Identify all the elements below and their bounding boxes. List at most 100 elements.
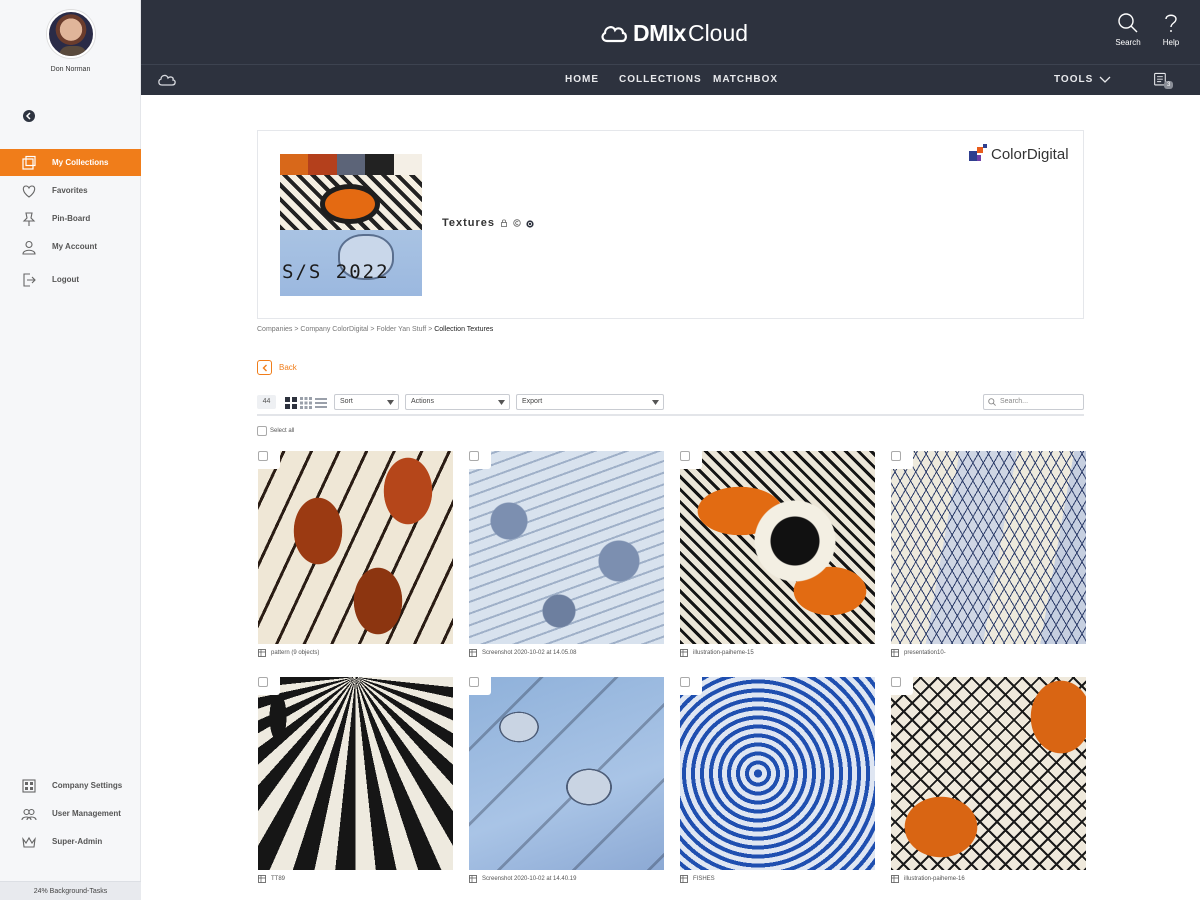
search-input[interactable]: Search... bbox=[983, 394, 1084, 410]
help-button[interactable]: Help bbox=[1151, 12, 1191, 56]
lock-icon[interactable] bbox=[500, 219, 508, 227]
item-checkbox[interactable] bbox=[469, 451, 479, 461]
settings-circle-icon[interactable] bbox=[526, 219, 534, 228]
item-checkbox[interactable] bbox=[891, 451, 901, 461]
asset-caption: pattern (9 objects) bbox=[258, 649, 319, 657]
tools-menu[interactable]: TOOLS bbox=[1054, 74, 1111, 85]
user-name: Don Norman bbox=[50, 66, 91, 73]
brand-logo[interactable]: DMIx Cloud bbox=[599, 18, 748, 48]
cover-season-text: S/S 2022 bbox=[282, 261, 390, 283]
asset-caption: Screenshot 2020-10-02 at 14.05.08 bbox=[469, 649, 576, 657]
grid-item[interactable]: Screenshot 2020-10-02 at 14.05.08 bbox=[469, 451, 664, 657]
asset-thumbnail[interactable] bbox=[680, 677, 875, 870]
asset-name: Screenshot 2020-10-02 at 14.05.08 bbox=[482, 650, 577, 656]
collapse-sidebar-button[interactable] bbox=[23, 110, 35, 122]
breadcrumb-current: Collection Textures bbox=[434, 326, 494, 333]
collection-header-card: S/S 2022 Textures ColorDigital bbox=[257, 130, 1084, 319]
colordigital-logo-icon bbox=[969, 144, 987, 161]
item-checkbox[interactable] bbox=[258, 677, 268, 687]
cloud-home-icon[interactable] bbox=[157, 72, 177, 88]
asset-thumbnail[interactable] bbox=[469, 451, 664, 644]
breadcrumb: Companies > Company ColorDigital > Folde… bbox=[257, 326, 493, 333]
sidebar-item-company-settings[interactable]: Company Settings bbox=[0, 772, 141, 799]
nav-home[interactable]: HOME bbox=[565, 74, 599, 85]
chevron-down-icon bbox=[498, 400, 505, 405]
sub-navigation: HOME COLLECTIONS MATCHBOX TOOLS 3 bbox=[141, 64, 1200, 95]
help-label: Help bbox=[1162, 38, 1180, 47]
nav-collections[interactable]: COLLECTIONS bbox=[619, 74, 702, 85]
user-icon bbox=[20, 238, 38, 256]
search-icon bbox=[988, 398, 996, 406]
item-checkbox[interactable] bbox=[680, 677, 690, 687]
sidebar-item-my-account[interactable]: My Account bbox=[0, 233, 141, 260]
clipboard-button[interactable]: 3 bbox=[1153, 71, 1175, 91]
sidebar-item-label: My Collections bbox=[52, 158, 109, 167]
grid-item[interactable]: Screenshot 2020-10-02 at 14.40.19 bbox=[469, 677, 664, 883]
copyright-icon[interactable] bbox=[513, 219, 521, 227]
back-label: Back bbox=[279, 363, 297, 372]
grid-item[interactable]: pattern (9 objects) bbox=[258, 451, 453, 657]
company-settings-icon bbox=[20, 777, 38, 795]
asset-thumbnail[interactable] bbox=[258, 451, 453, 644]
nav-matchbox[interactable]: MATCHBOX bbox=[713, 74, 778, 85]
asset-name: illustration-paiheme-15 bbox=[693, 650, 754, 656]
color-swatch bbox=[308, 154, 337, 175]
toolbar: 44 Sort Actions Export Search... bbox=[257, 394, 1084, 416]
grid-item[interactable]: TT89 bbox=[258, 677, 453, 883]
item-checkbox[interactable] bbox=[680, 451, 690, 461]
grid-item[interactable]: illustration-paiheme-16 bbox=[891, 677, 1086, 883]
grid-item[interactable]: illustration-paiheme-15 bbox=[680, 451, 875, 657]
asset-thumbnail[interactable] bbox=[680, 451, 875, 644]
asset-thumbnail[interactable] bbox=[258, 677, 453, 870]
sidebar-item-label: Logout bbox=[52, 275, 80, 284]
sidebar-item-my-collections[interactable]: My Collections bbox=[0, 149, 141, 176]
asset-caption: presentation10- bbox=[891, 649, 946, 657]
avatar[interactable] bbox=[47, 10, 95, 58]
back-button[interactable]: Back bbox=[257, 360, 297, 375]
grid-item[interactable]: FISHES bbox=[680, 677, 875, 883]
asset-name: illustration-paiheme-16 bbox=[904, 876, 965, 882]
sidebar-item-logout[interactable]: Logout bbox=[0, 266, 141, 293]
asset-thumbnail[interactable] bbox=[891, 451, 1086, 644]
asset-type-icon bbox=[680, 875, 688, 883]
sort-select[interactable]: Sort bbox=[334, 394, 399, 410]
asset-thumbnail[interactable] bbox=[469, 677, 664, 870]
actions-select[interactable]: Actions bbox=[405, 394, 510, 410]
asset-caption: Screenshot 2020-10-02 at 14.40.19 bbox=[469, 875, 576, 883]
brand-name-light: Cloud bbox=[687, 19, 749, 46]
top-bar: DMIx Cloud Search Help bbox=[141, 0, 1200, 64]
sidebar-item-pin-board[interactable]: Pin-Board bbox=[0, 205, 141, 232]
export-select[interactable]: Export bbox=[516, 394, 664, 410]
clipboard-count-badge: 3 bbox=[1164, 81, 1174, 89]
collection-cover-image[interactable]: S/S 2022 bbox=[280, 154, 422, 296]
asset-thumbnail[interactable] bbox=[891, 677, 1086, 870]
sidebar-item-favorites[interactable]: Favorites bbox=[0, 177, 141, 204]
asset-caption: TT89 bbox=[258, 875, 285, 883]
item-checkbox[interactable] bbox=[258, 451, 268, 461]
users-icon bbox=[20, 805, 38, 823]
item-count: 44 bbox=[257, 395, 276, 409]
asset-name: pattern (9 objects) bbox=[271, 650, 320, 656]
color-swatch bbox=[336, 154, 366, 175]
search-button[interactable]: Search bbox=[1108, 12, 1148, 56]
background-tasks-status[interactable]: 24% Background-Tasks bbox=[0, 881, 141, 900]
sort-select-value: Sort bbox=[340, 398, 353, 405]
sidebar-item-super-admin[interactable]: Super-Admin bbox=[0, 828, 141, 855]
asset-type-icon bbox=[469, 875, 477, 883]
sidebar: Don Norman My Collections Favorites Pin-… bbox=[0, 0, 141, 900]
sidebar-item-label: Favorites bbox=[52, 186, 88, 195]
heart-icon bbox=[20, 182, 38, 200]
breadcrumb-trail[interactable]: Companies > Company ColorDigital > Folde… bbox=[257, 326, 434, 333]
list-view-icon[interactable] bbox=[315, 396, 327, 408]
select-all-checkbox[interactable] bbox=[257, 426, 267, 436]
item-checkbox[interactable] bbox=[891, 677, 901, 687]
asset-caption: illustration-paiheme-16 bbox=[891, 875, 965, 883]
company-logo-text: ColorDigital bbox=[991, 145, 1069, 163]
item-checkbox[interactable] bbox=[469, 677, 479, 687]
color-swatch bbox=[280, 154, 309, 175]
small-grid-view-icon[interactable] bbox=[300, 396, 312, 409]
select-all[interactable]: Select all bbox=[257, 426, 294, 436]
grid-item[interactable]: presentation10- bbox=[891, 451, 1086, 657]
large-grid-view-icon[interactable] bbox=[285, 396, 297, 409]
sidebar-item-user-management[interactable]: User Management bbox=[0, 800, 141, 827]
